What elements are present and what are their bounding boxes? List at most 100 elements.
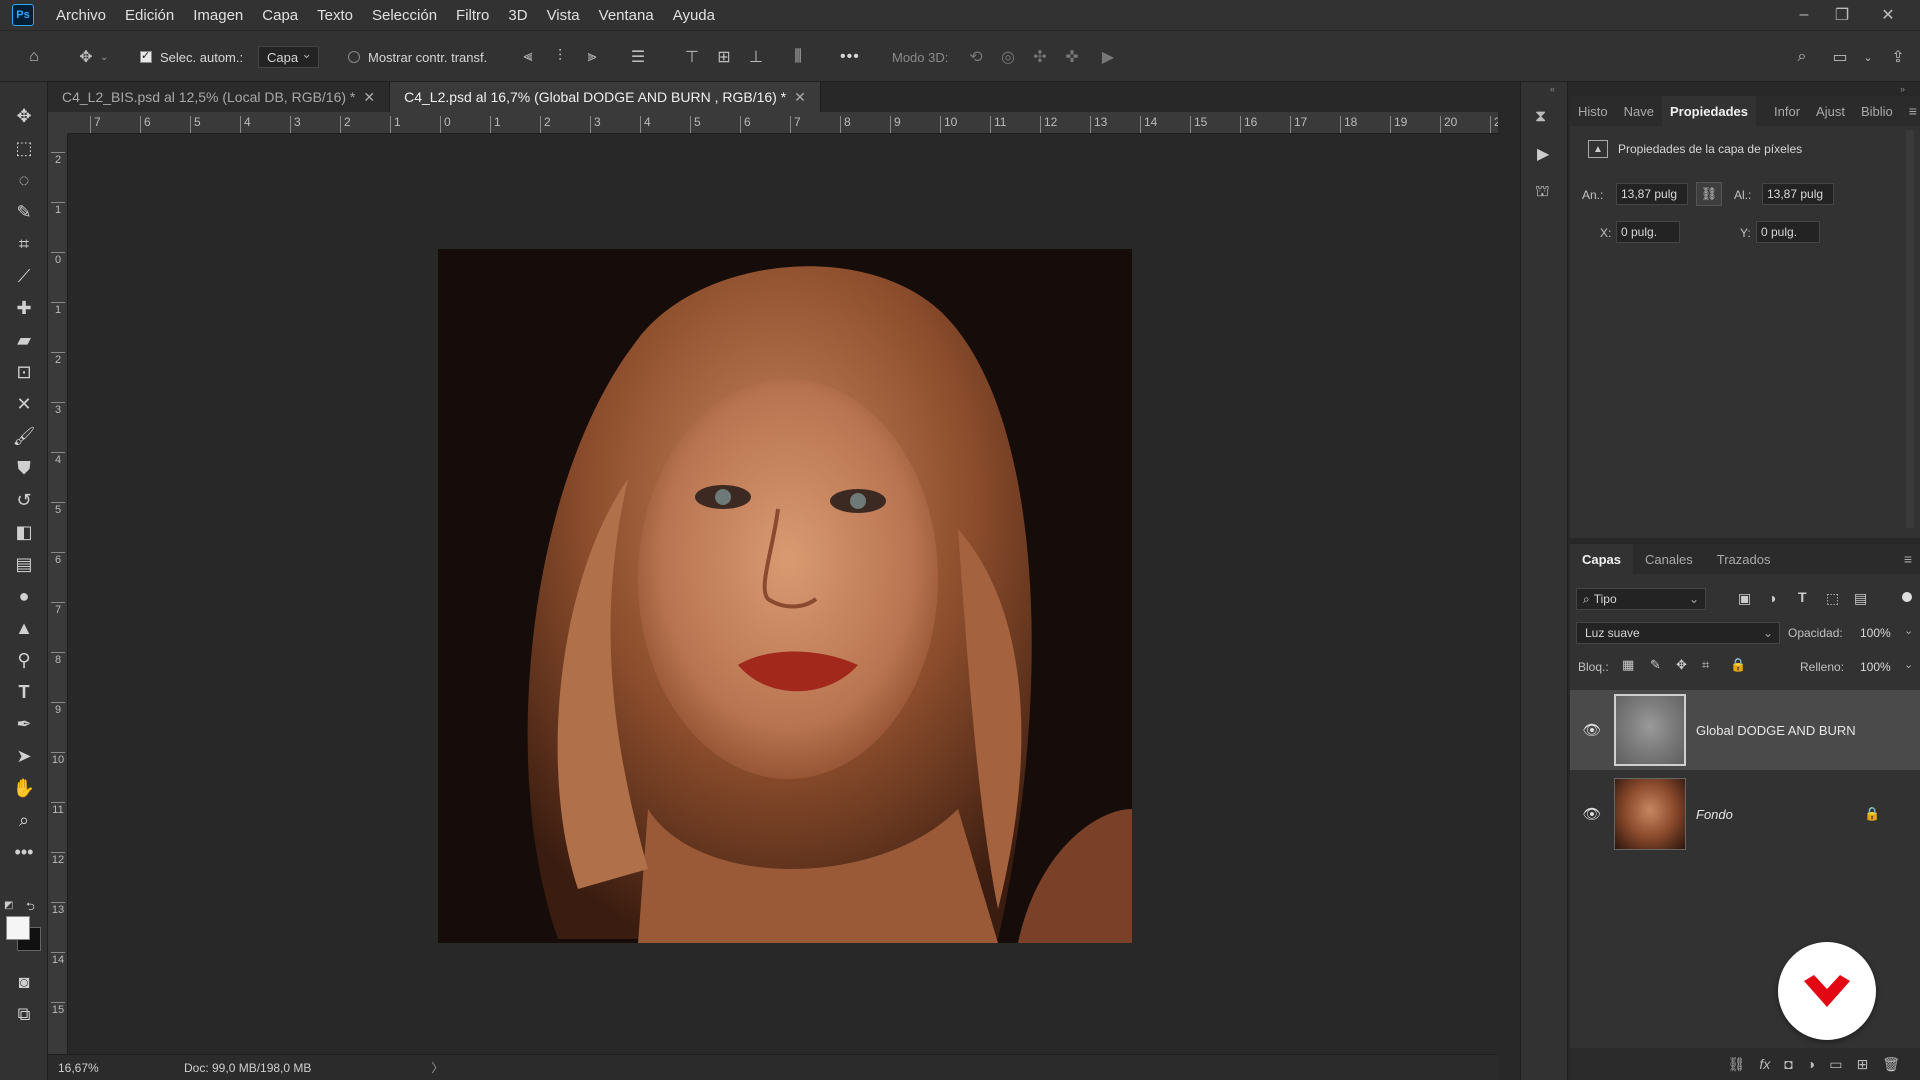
panel-menu-icon[interactable]: ≡ xyxy=(1896,544,1920,574)
zoom-tool-icon[interactable]: ⌕ xyxy=(10,806,38,834)
tab-libraries[interactable]: Biblio xyxy=(1853,96,1901,126)
screen-mode-icon[interactable]: ⧉ xyxy=(10,1000,38,1028)
dodge-tool-icon[interactable]: ⚲ xyxy=(10,646,38,674)
auto-select-checkbox[interactable] xyxy=(140,49,152,63)
filter-shape-icon[interactable]: ⬚ xyxy=(1826,590,1839,607)
tab-channels[interactable]: Canales xyxy=(1633,544,1705,574)
show-transform-checkbox[interactable] xyxy=(348,51,360,63)
close-icon[interactable]: ✕ xyxy=(363,89,375,106)
blend-mode-dropdown[interactable]: Luz suave ⌄ xyxy=(1576,622,1780,644)
filter-pixel-icon[interactable]: ▣ xyxy=(1738,590,1751,607)
gradient-tool-icon[interactable]: ▤ xyxy=(10,550,38,578)
move-tool-icon[interactable]: ✥ xyxy=(74,45,98,69)
menu-vista[interactable]: Vista xyxy=(547,7,580,24)
distribute-vertical-icon[interactable]: ☰ xyxy=(626,45,650,69)
edit-toolbar-icon[interactable]: ••• xyxy=(10,838,38,866)
history-brush-tool-icon[interactable]: ↺ xyxy=(10,486,38,514)
layer-filter-dropdown[interactable]: ⌕ Tipo ⌄ xyxy=(1576,588,1706,610)
restore-button[interactable]: ❐ xyxy=(1822,0,1862,30)
lock-image-icon[interactable]: ✎ xyxy=(1650,657,1661,673)
crop-tool-icon[interactable]: ⌗ xyxy=(10,230,38,258)
ruler-origin[interactable] xyxy=(48,112,68,134)
foreground-color-swatch[interactable] xyxy=(6,916,30,940)
lock-all-icon[interactable]: 🔒 xyxy=(1730,657,1746,673)
vertical-ruler[interactable]: 2 1 0 1 2 3 4 5 6 7 8 9 10 11 12 13 14 15 xyxy=(48,134,68,1054)
panel-menu-icon[interactable]: ≡ xyxy=(1901,96,1920,126)
tab-info[interactable]: Infor xyxy=(1766,96,1808,126)
close-window-button[interactable]: ✕ xyxy=(1868,0,1908,30)
camera-3d-icon[interactable]: ▶ xyxy=(1096,45,1120,69)
pen-tool-icon[interactable]: ✒ xyxy=(10,710,38,738)
new-layer-icon[interactable]: ⊞ xyxy=(1856,1056,1868,1073)
clone-stamp-tool-icon[interactable]: ⛊ xyxy=(10,454,38,482)
share-icon[interactable]: ⇪ xyxy=(1886,45,1910,69)
menu-edicion[interactable]: Edición xyxy=(125,7,174,24)
zoom-level[interactable]: 16,67% xyxy=(58,1061,148,1075)
move-tool-icon[interactable]: ✥ xyxy=(10,102,38,130)
layer-style-icon[interactable]: fx xyxy=(1759,1056,1770,1072)
menu-ayuda[interactable]: Ayuda xyxy=(673,7,715,24)
filter-toggle-icon[interactable] xyxy=(1902,592,1912,602)
actions-play-icon[interactable]: ▶ xyxy=(1537,144,1549,164)
marquee-tool-icon[interactable]: ⬚ xyxy=(10,134,38,162)
path-selection-tool-icon[interactable]: ➤ xyxy=(10,742,38,770)
tab-navigator[interactable]: Nave xyxy=(1616,96,1662,126)
new-group-icon[interactable]: ▭ xyxy=(1829,1056,1842,1073)
layer-row-global-dodge-and-burn[interactable]: 👁 Global DODGE AND BURN xyxy=(1570,690,1920,770)
clone-source-icon[interactable]: ⛫ xyxy=(1535,182,1550,202)
search-icon[interactable]: ⌕ xyxy=(1790,45,1814,69)
horizontal-ruler[interactable]: 7654321012345678910111213141516171819202 xyxy=(68,112,1498,134)
patch-tool-icon[interactable]: ▰ xyxy=(10,326,38,354)
more-options-icon[interactable]: ••• xyxy=(840,45,860,69)
distribute-horizontal-icon[interactable]: ⫼ xyxy=(786,45,810,69)
blur-tool-icon[interactable]: ● xyxy=(10,582,38,610)
content-aware-move-tool-icon[interactable]: ✕ xyxy=(10,390,38,418)
expand-panels-icon[interactable]: » xyxy=(1900,84,1905,94)
layer-row-fondo[interactable]: 👁 Fondo 🔒 xyxy=(1570,774,1920,854)
align-middle-v-icon[interactable]: ⊞ xyxy=(712,45,736,69)
lock-artboard-icon[interactable]: ⌗ xyxy=(1702,657,1709,673)
type-tool-icon[interactable]: T xyxy=(10,678,38,706)
menu-ventana[interactable]: Ventana xyxy=(599,7,654,24)
menu-capa[interactable]: Capa xyxy=(262,7,298,24)
lasso-tool-icon[interactable]: ◌ xyxy=(10,166,38,194)
home-icon[interactable]: ⌂ xyxy=(22,45,46,69)
show-transform-option[interactable]: Mostrar contr. transf. xyxy=(348,45,487,69)
tool-preset-chevron-icon[interactable]: ⌄ xyxy=(100,45,108,69)
x-field[interactable]: 0 pulg. xyxy=(1616,221,1680,243)
eraser-tool-icon[interactable]: ◧ xyxy=(10,518,38,546)
eyedropper-tool-icon[interactable]: ⟋ xyxy=(10,262,38,290)
filter-smart-object-icon[interactable]: ▤ xyxy=(1854,590,1867,607)
visibility-eye-icon[interactable]: 👁 xyxy=(1582,804,1602,824)
tab-adjustments[interactable]: Ajust xyxy=(1808,96,1853,126)
lock-transparent-icon[interactable]: ▦ xyxy=(1622,657,1634,673)
spot-healing-tool-icon[interactable]: ✚ xyxy=(10,294,38,322)
visibility-eye-icon[interactable]: 👁 xyxy=(1582,720,1602,740)
delete-layer-icon[interactable]: 🗑 xyxy=(1882,1056,1900,1073)
new-adjustment-layer-icon[interactable]: ◑ xyxy=(1807,1056,1815,1072)
roll-3d-icon[interactable]: ◎ xyxy=(996,45,1020,69)
height-field[interactable]: 13,87 pulg xyxy=(1762,183,1834,205)
opacity-chevron-icon[interactable]: ⌄ xyxy=(1904,624,1913,637)
tab-layers[interactable]: Capas xyxy=(1570,544,1634,574)
portrait-image[interactable] xyxy=(438,249,1132,943)
auto-select-option[interactable]: Selec. autom.: xyxy=(140,45,243,69)
collapse-panels-icon[interactable]: « xyxy=(1550,84,1555,94)
menu-seleccion[interactable]: Selección xyxy=(372,7,437,24)
menu-imagen[interactable]: Imagen xyxy=(193,7,243,24)
orbit-3d-icon[interactable]: ⟲ xyxy=(964,45,988,69)
swap-colors-icon[interactable]: ⮌ xyxy=(26,898,35,917)
tab-c4-l2-bis[interactable]: C4_L2_BIS.psd al 12,5% (Local DB, RGB/16… xyxy=(48,82,391,112)
quick-selection-tool-icon[interactable]: ✎ xyxy=(10,198,38,226)
tab-paths[interactable]: Trazados xyxy=(1705,544,1783,574)
close-icon[interactable]: ✕ xyxy=(794,89,806,106)
menu-archivo[interactable]: Archivo xyxy=(56,7,106,24)
align-top-icon[interactable]: ⊤ xyxy=(680,45,704,69)
align-left-icon[interactable]: ⫷ xyxy=(516,45,540,69)
quick-mask-icon[interactable]: ◙ xyxy=(10,968,38,996)
link-layers-icon[interactable]: ⛓ xyxy=(1728,1056,1746,1073)
fill-chevron-icon[interactable]: ⌄ xyxy=(1904,658,1913,671)
history-panel-icon[interactable]: ⧗ xyxy=(1535,108,1546,126)
auto-select-target-dropdown[interactable]: Capa xyxy=(258,45,320,69)
sharpen-tool-icon[interactable]: ▲ xyxy=(10,614,38,642)
